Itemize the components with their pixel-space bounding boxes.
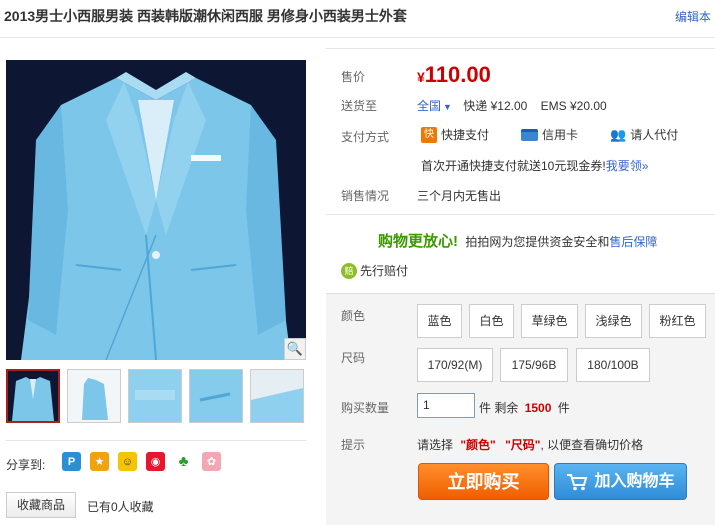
- size-option-175[interactable]: 175/96B: [500, 348, 568, 382]
- thumbnail-strip: [6, 369, 304, 423]
- size-option-180[interactable]: 180/100B: [576, 348, 650, 382]
- people-icon: 👥: [610, 126, 627, 142]
- sales-label: 销售情况: [341, 189, 390, 203]
- size-option-170[interactable]: 170/92(M): [417, 348, 493, 382]
- buy-now-button[interactable]: 立即购买: [418, 463, 549, 500]
- product-main-image[interactable]: [6, 60, 306, 360]
- shipping-info: 全国 ▼ 快递 ¥12.00 EMS ¥20.00: [417, 97, 607, 114]
- share-icons: P ★ ☺ ◉ ♣ ✿: [62, 452, 221, 471]
- hint-color-word: "颜色": [460, 438, 496, 452]
- quantity-label: 购买数量: [341, 401, 390, 415]
- product-title: 2013男士小西服男装 西装韩版潮休闲西服 男修身小西装男士外套: [4, 8, 407, 24]
- thumbnail-2[interactable]: [67, 369, 121, 423]
- assurance-headline: 购物更放心!: [378, 233, 458, 250]
- chevron-down-icon[interactable]: ▼: [443, 102, 452, 112]
- stock-prefix: 件 剩余: [479, 401, 519, 415]
- payment-method-credit: 信用卡: [542, 128, 579, 142]
- quick-pay-icon: 快: [421, 126, 437, 143]
- payment-method-proxy: 请人代付: [630, 128, 679, 142]
- payment-proxy: 👥 请人代付: [610, 126, 678, 143]
- sales-value: 三个月内无售出: [417, 189, 502, 203]
- divider: [6, 440, 306, 441]
- quantity-input[interactable]: 1: [417, 393, 475, 418]
- price-label: 售价: [341, 70, 366, 84]
- clover-icon[interactable]: ♣: [174, 452, 193, 471]
- hint-size-word: "尺码": [505, 438, 541, 452]
- thumbnail-3[interactable]: [128, 369, 182, 423]
- region-select[interactable]: 全国: [417, 99, 441, 113]
- qzone-star-icon[interactable]: ★: [90, 452, 109, 471]
- advance-pay: 赔 先行赔付: [341, 262, 408, 279]
- weibo-icon[interactable]: ◉: [146, 452, 165, 471]
- thumbnail-image: [251, 370, 303, 422]
- payment-credit: 信用卡: [521, 126, 578, 143]
- blazer-image: [6, 60, 306, 360]
- price-currency: ¥: [417, 69, 425, 85]
- thumbnail-4[interactable]: [189, 369, 243, 423]
- hint-prefix: 请选择: [417, 438, 454, 452]
- advance-pay-label: 先行赔付: [360, 264, 409, 278]
- color-option-white[interactable]: 白色: [469, 304, 514, 338]
- thumbnail-image: [129, 370, 181, 422]
- hint-label: 提示: [341, 438, 366, 452]
- add-to-cart-label: 加入购物车: [594, 473, 675, 490]
- share-label: 分享到:: [6, 458, 46, 472]
- thumbnail-5[interactable]: [250, 369, 304, 423]
- color-label: 颜色: [341, 309, 366, 323]
- paipai-share-icon[interactable]: P: [62, 452, 81, 471]
- add-to-cart-button[interactable]: 加入购物车: [554, 463, 687, 500]
- express-fee: 快递 ¥12.00: [463, 99, 528, 113]
- color-option-light-green[interactable]: 浅绿色: [585, 304, 642, 338]
- color-option-pink[interactable]: 粉红色: [649, 304, 706, 338]
- shipping-label: 送货至: [341, 99, 378, 113]
- advance-pay-icon: 赔: [341, 262, 357, 279]
- zoom-icon[interactable]: 🔍: [284, 338, 306, 360]
- ems-fee: EMS ¥20.00: [540, 99, 607, 113]
- payment-quick: 快 快捷支付: [421, 126, 489, 143]
- favorite-button[interactable]: 收藏商品: [6, 492, 76, 518]
- size-label: 尺码: [341, 351, 366, 365]
- divider: [0, 37, 715, 38]
- assurance-line: 购物更放心! 拍拍网为您提供资金安全和售后保障: [378, 230, 657, 251]
- stock-count: 1500: [524, 401, 552, 415]
- thumbnail-image: [8, 371, 58, 421]
- cart-icon: [567, 473, 588, 490]
- payment-promo: 首次开通快捷支付就送10元现金券!我要领»: [421, 157, 648, 174]
- pink-share-icon[interactable]: ✿: [202, 452, 221, 471]
- stock-info: 件 剩余 1500 件: [479, 399, 570, 416]
- credit-card-icon: [521, 128, 538, 141]
- pengyou-icon[interactable]: ☺: [118, 452, 137, 471]
- color-option-grass-green[interactable]: 草绿色: [521, 304, 578, 338]
- thumbnail-image: [190, 370, 242, 422]
- stock-unit: 件: [557, 401, 570, 415]
- price-value: 110.00: [424, 62, 491, 87]
- promo-text: 首次开通快捷支付就送10元现金券!: [421, 159, 606, 173]
- thumbnail-1[interactable]: [6, 369, 60, 423]
- payment-method-quick: 快捷支付: [441, 128, 490, 142]
- after-sales-link[interactable]: 售后保障: [609, 235, 657, 249]
- price: ¥110.00: [417, 62, 491, 88]
- color-option-blue[interactable]: 蓝色: [417, 304, 462, 338]
- assurance-text: 拍拍网为您提供资金安全和: [465, 235, 610, 249]
- assurance-section: [326, 214, 715, 292]
- hint-text: 请选择 "颜色" "尺码", 以便查看确切价格: [417, 436, 643, 453]
- promo-link[interactable]: 我要领»: [606, 159, 649, 173]
- hint-suffix: , 以便查看确切价格: [540, 438, 644, 452]
- payment-label: 支付方式: [341, 130, 390, 144]
- favorite-count: 已有0人收藏: [87, 500, 154, 514]
- thumbnail-image: [68, 370, 120, 422]
- edit-link[interactable]: 编辑本: [675, 8, 711, 25]
